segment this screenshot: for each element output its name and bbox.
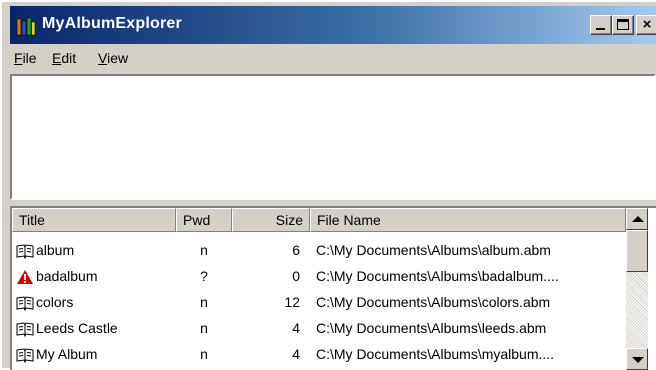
album-title: My Album	[36, 346, 98, 362]
scroll-thumb[interactable]	[626, 230, 648, 272]
arrow-down-icon	[632, 357, 644, 363]
list-row[interactable]: Leeds Castle n 4 C:\My Documents\Albums\…	[12, 316, 626, 342]
album-pwd: ?	[200, 268, 208, 284]
album-title: colors	[36, 294, 74, 310]
menu-bar: File Edit View	[10, 46, 656, 72]
column-header-size[interactable]: Size	[232, 208, 310, 232]
album-tree-pane[interactable]	[10, 74, 656, 200]
list-row[interactable]: My Album n 4 C:\My Documents\Albums\myal…	[12, 342, 626, 368]
album-pwd: n	[200, 320, 208, 336]
album-file-name: C:\My Documents\Albums\album.abm	[316, 242, 551, 258]
album-list-view[interactable]: Title Pwd Size File Name album n 6 C:\My…	[10, 206, 656, 370]
minimize-button[interactable]	[590, 15, 612, 35]
book-icon	[16, 244, 34, 259]
album-file-name: C:\My Documents\Albums\leeds.abm	[316, 320, 547, 336]
list-row[interactable]: badalbum ? 0 C:\My Documents\Albums\bada…	[12, 264, 626, 290]
vertical-scrollbar[interactable]	[626, 208, 648, 370]
album-file-name: C:\My Documents\Albums\badalbum....	[316, 268, 559, 284]
column-header-title[interactable]: Title	[12, 208, 176, 232]
close-button[interactable]: ×	[636, 15, 656, 35]
window-title: MyAlbumExplorer	[42, 15, 182, 32]
book-icon	[16, 322, 34, 337]
album-title: Leeds Castle	[36, 320, 118, 336]
album-title: album	[36, 242, 75, 258]
album-pwd: n	[200, 346, 208, 362]
scroll-down-button[interactable]	[626, 348, 648, 370]
app-window: MyAlbumExplorer × File Edit View Title P…	[0, 0, 656, 370]
list-row[interactable]: colors n 12 C:\My Documents\Albums\color…	[12, 290, 626, 316]
minimize-icon	[596, 28, 605, 30]
album-size: 4	[292, 320, 300, 336]
close-icon: ×	[642, 16, 652, 33]
book-icon	[16, 296, 34, 311]
album-size: 0	[292, 268, 300, 284]
scroll-up-button[interactable]	[626, 208, 648, 230]
album-pwd: n	[200, 242, 208, 258]
warning-icon	[17, 270, 33, 284]
album-size: 12	[284, 294, 300, 310]
maximize-icon	[617, 19, 629, 30]
title-bar[interactable]: MyAlbumExplorer ×	[10, 6, 656, 44]
column-header-file-name[interactable]: File Name	[310, 208, 626, 232]
column-header-pwd[interactable]: Pwd	[176, 208, 232, 232]
album-title: badalbum	[36, 268, 98, 284]
album-file-name: C:\My Documents\Albums\myalbum....	[316, 346, 555, 362]
album-file-name: C:\My Documents\Albums\colors.abm	[316, 294, 551, 310]
list-header: Title Pwd Size File Name	[12, 208, 626, 232]
arrow-up-icon	[632, 216, 644, 222]
album-size: 4	[292, 346, 300, 362]
menu-edit[interactable]: Edit	[52, 50, 76, 66]
list-row[interactable]: album n 6 C:\My Documents\Albums\album.a…	[12, 238, 626, 264]
menu-file[interactable]: File	[14, 50, 37, 66]
maximize-button[interactable]	[612, 15, 634, 35]
menu-view[interactable]: View	[98, 50, 128, 66]
album-pwd: n	[200, 294, 208, 310]
book-icon	[16, 348, 34, 363]
album-app-icon	[16, 17, 36, 36]
album-size: 6	[292, 242, 300, 258]
